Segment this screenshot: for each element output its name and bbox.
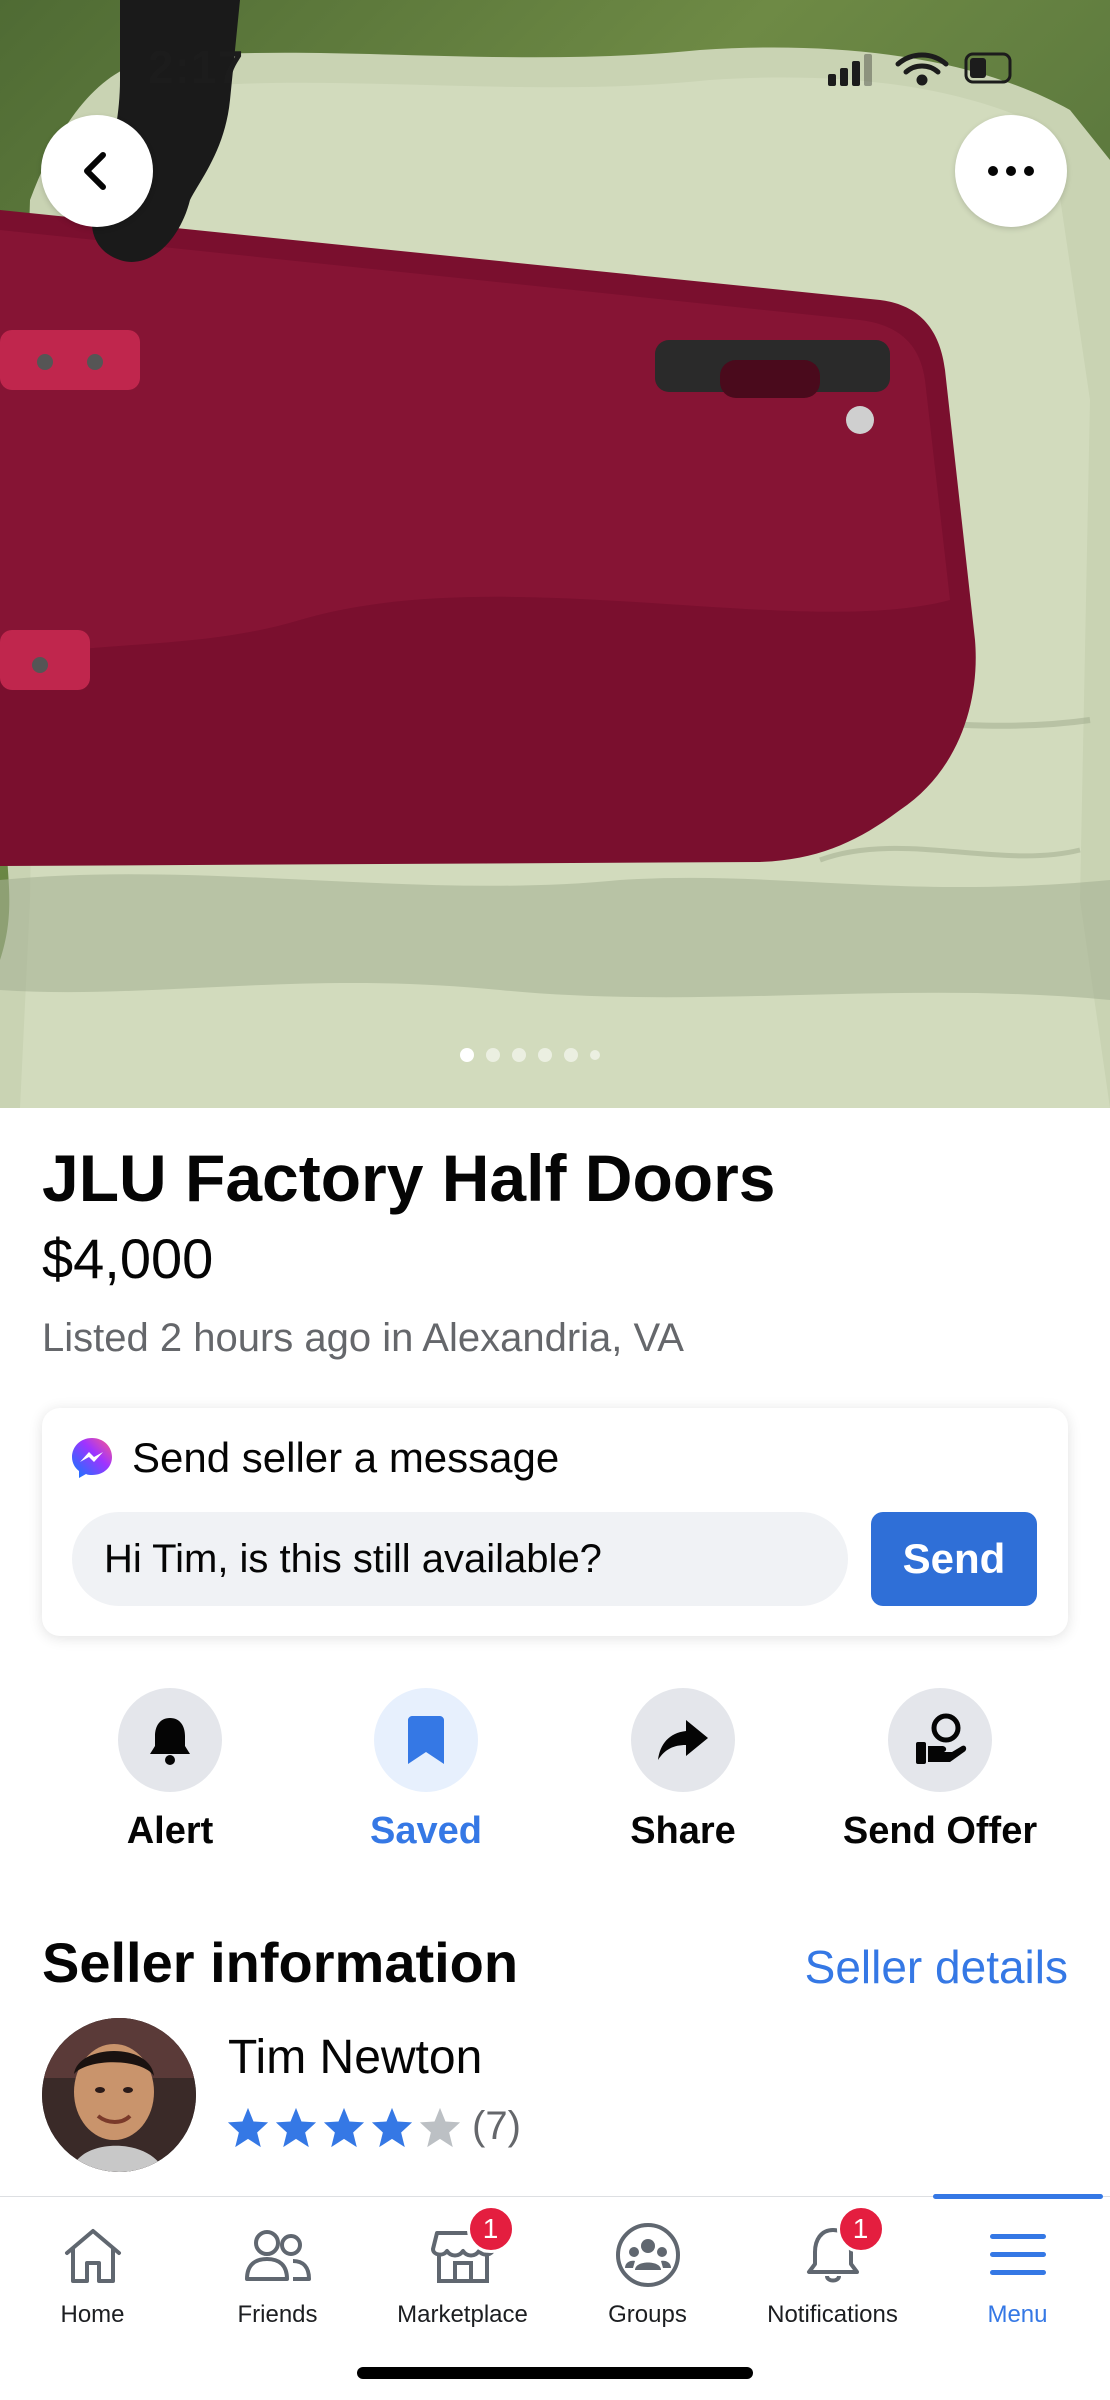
tab-groups-label: Groups <box>608 2301 687 2328</box>
listing-photo[interactable]: 2:17 <box>0 0 1110 1108</box>
home-indicator[interactable] <box>357 2367 753 2379</box>
share-action[interactable]: Share <box>555 1688 811 1853</box>
marketplace-badge: 1 <box>466 2205 515 2253</box>
status-icons <box>828 52 1012 86</box>
star-filled-icon <box>227 2107 269 2147</box>
share-label: Share <box>630 1810 736 1852</box>
tab-friends[interactable]: Friends <box>185 2197 370 2347</box>
listing-photo-image <box>0 0 1110 1108</box>
seller-avatar-image <box>42 2018 196 2172</box>
signal-icon <box>828 54 872 86</box>
pagination-dot-active <box>460 1048 474 1062</box>
star-empty-icon <box>419 2107 461 2147</box>
star-filled-icon <box>323 2107 365 2147</box>
seller-avatar[interactable] <box>42 2018 196 2172</box>
pagination-dot <box>590 1050 600 1060</box>
listing-meta: Listed 2 hours ago in Alexandria, VA <box>42 1316 684 1360</box>
status-time: 2:17 <box>148 41 245 93</box>
tab-menu-label: Menu <box>987 2301 1048 2328</box>
chevron-left-icon <box>84 152 106 190</box>
send-offer-action[interactable]: Send Offer <box>812 1688 1068 1853</box>
groups-icon <box>615 2223 680 2287</box>
seller-name[interactable]: Tim Newton <box>228 2030 482 2085</box>
tab-home[interactable]: Home <box>0 2197 185 2347</box>
send-message-heading: Send seller a message <box>132 1434 560 1481</box>
send-button[interactable]: Send <box>871 1512 1037 1606</box>
send-message-header: Send seller a message <box>70 1434 559 1482</box>
listing-price: $4,000 <box>42 1227 214 1290</box>
star-filled-icon <box>275 2107 317 2147</box>
saved-action-circle[interactable] <box>374 1688 478 1792</box>
notifications-badge: 1 <box>836 2205 885 2253</box>
pagination-dot <box>564 1048 578 1062</box>
battery-icon <box>964 52 1012 84</box>
tab-notifications-label: Notifications <box>767 2301 898 2328</box>
menu-icon <box>989 2234 1046 2275</box>
seller-details-link[interactable]: Seller details <box>805 1940 1068 1994</box>
tab-marketplace[interactable]: 1 Marketplace <box>370 2197 555 2347</box>
share-action-circle[interactable] <box>631 1688 735 1792</box>
star-filled-icon <box>371 2107 413 2147</box>
home-icon <box>64 2229 121 2283</box>
alert-action[interactable]: Alert <box>42 1688 298 1853</box>
tab-home-label: Home <box>60 2301 125 2328</box>
send-offer-label: Send Offer <box>842 1810 1038 1852</box>
saved-action[interactable]: Saved <box>298 1688 554 1853</box>
tab-notifications[interactable]: 1 Notifications <box>740 2197 925 2347</box>
seller-info-heading: Seller information <box>42 1931 519 1994</box>
more-options-button[interactable] <box>955 115 1067 227</box>
more-horizontal-icon <box>988 166 1034 176</box>
seller-rating: (7) <box>226 2104 521 2149</box>
friends-icon <box>244 2230 311 2281</box>
bookmark-icon <box>408 1716 444 1764</box>
bell-icon <box>150 1718 190 1765</box>
tab-groups[interactable]: Groups <box>555 2197 740 2347</box>
listing-title: JLU Factory Half Doors <box>42 1141 776 1215</box>
share-arrow-icon <box>658 1720 708 1760</box>
tab-friends-label: Friends <box>237 2301 318 2328</box>
alert-action-circle[interactable] <box>118 1688 222 1792</box>
pagination-dot <box>486 1048 500 1062</box>
photo-pagination-dots <box>460 1048 600 1062</box>
pagination-dot <box>538 1048 552 1062</box>
send-message-card: Send seller a message Send <box>42 1408 1068 1636</box>
status-bar: 2:17 <box>0 0 1110 110</box>
wifi-icon <box>895 52 949 86</box>
back-button[interactable] <box>41 115 153 227</box>
alert-label: Alert <box>126 1810 214 1852</box>
saved-label: Saved <box>370 1810 482 1852</box>
tab-menu[interactable]: Menu <box>925 2197 1110 2347</box>
tab-marketplace-label: Marketplace <box>397 2301 528 2328</box>
offer-hand-icon <box>916 1713 967 1764</box>
pagination-dot <box>512 1048 526 1062</box>
send-offer-action-circle[interactable] <box>888 1688 992 1792</box>
listing-actions: Alert Saved Share Send Offer <box>0 1688 1110 1858</box>
messenger-icon <box>72 1438 112 1478</box>
rating-count: (7) <box>472 2104 521 2148</box>
message-input[interactable] <box>72 1512 848 1606</box>
